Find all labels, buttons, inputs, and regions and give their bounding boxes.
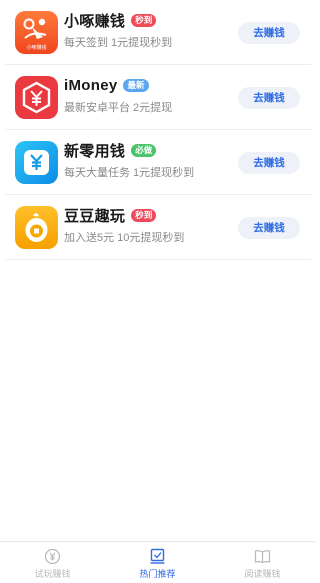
- status-badge: 秒到: [131, 13, 157, 27]
- tab-label: 热门推荐: [139, 569, 176, 579]
- app-name: 豆豆趣玩: [64, 207, 126, 225]
- app-description: 每天签到 1元提现秒到: [64, 37, 173, 49]
- coin-bean-icon[interactable]: [15, 206, 58, 249]
- list-item[interactable]: 新零用钱 必做 每天大量任务 1元提现秒到 去赚钱: [5, 130, 311, 195]
- yen-circle-icon: [44, 548, 61, 565]
- list-item[interactable]: 小啄赚钱 小啄赚钱 秒到 每天签到 1元提现秒到 去赚钱: [5, 0, 311, 65]
- status-badge: 必做: [131, 143, 157, 157]
- app-name: 新零用钱: [64, 142, 126, 160]
- app-description: 加入送5元 10元提现秒到: [64, 232, 185, 244]
- xiaozhuo-bird-icon[interactable]: 小啄赚钱: [15, 11, 58, 54]
- tab-trial-earn[interactable]: 试玩赚钱: [0, 542, 105, 583]
- status-badge: 最新: [123, 78, 149, 92]
- tab-label: 阅读赚钱: [244, 569, 281, 579]
- imoney-yen-hexagon-icon[interactable]: [15, 76, 58, 119]
- open-book-icon: [254, 550, 271, 564]
- tab-hot-recommend[interactable]: 热门推荐: [105, 542, 210, 583]
- tab-label: 试玩赚钱: [34, 569, 71, 579]
- app-description: 最新安卓平台 2元提现: [64, 102, 173, 114]
- app-list: 小啄赚钱 小啄赚钱 秒到 每天签到 1元提现秒到 去赚钱 iMoney 最新 最…: [0, 0, 315, 260]
- list-item[interactable]: 豆豆趣玩 秒到 加入送5元 10元提现秒到 去赚钱: [5, 195, 311, 260]
- app-description: 每天大量任务 1元提现秒到: [64, 167, 195, 179]
- earn-button[interactable]: 去赚钱: [238, 217, 300, 239]
- icon-caption: 小啄赚钱: [26, 45, 47, 51]
- yen-wallet-icon[interactable]: [15, 141, 58, 184]
- checkbox-tray-icon: [150, 548, 165, 564]
- earn-button[interactable]: 去赚钱: [238, 22, 300, 44]
- earn-button[interactable]: 去赚钱: [238, 87, 300, 109]
- bottom-tab-bar: 试玩赚钱 热门推荐 阅读赚钱: [0, 541, 315, 583]
- tab-read-earn[interactable]: 阅读赚钱: [210, 542, 315, 583]
- list-item[interactable]: iMoney 最新 最新安卓平台 2元提现 去赚钱: [5, 65, 311, 130]
- app-name: iMoney: [64, 76, 118, 94]
- status-badge: 秒到: [131, 208, 157, 222]
- earn-button[interactable]: 去赚钱: [238, 152, 300, 174]
- app-name: 小啄赚钱: [64, 12, 126, 30]
